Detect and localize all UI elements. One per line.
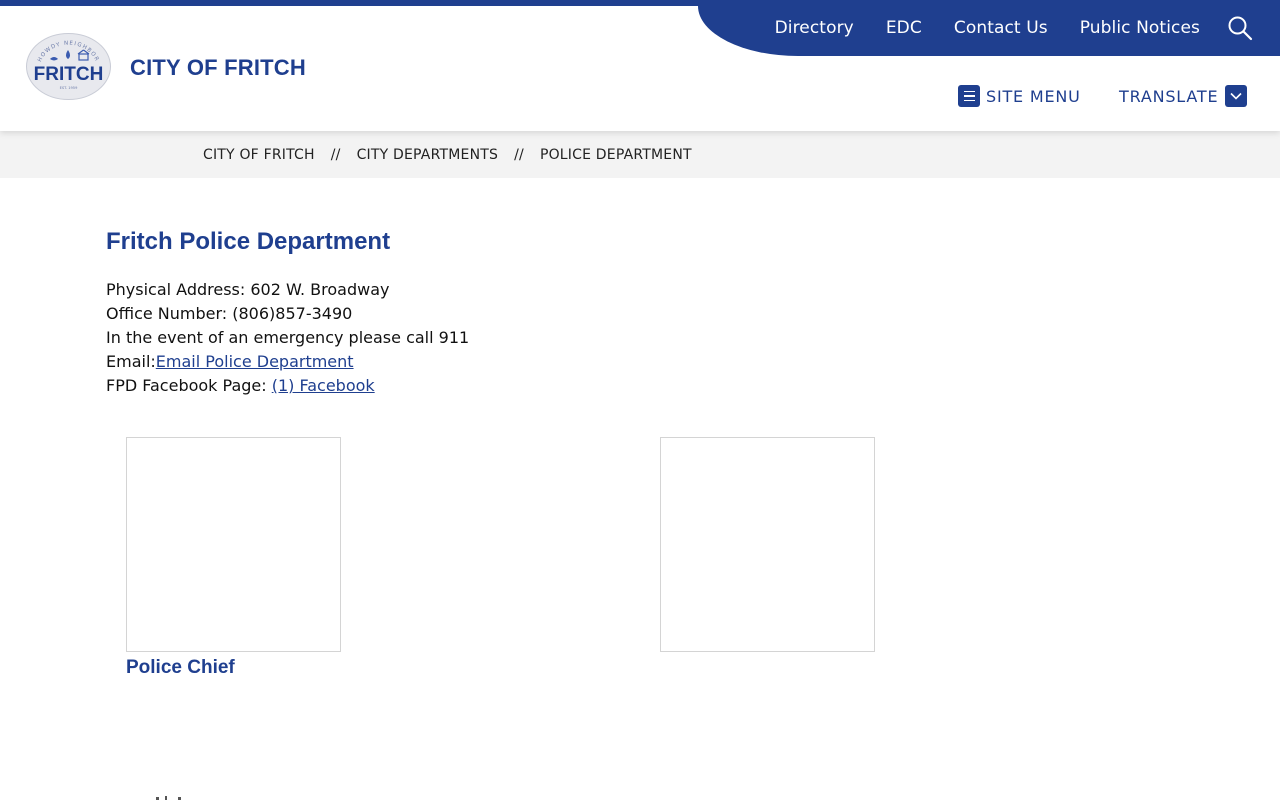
breadcrumb-separator: //: [514, 147, 524, 163]
partial-text-fragment: [156, 796, 181, 800]
breadcrumb-city-departments[interactable]: CITY DEPARTMENTS: [357, 147, 499, 163]
utility-link-contact-us[interactable]: Contact Us: [954, 18, 1048, 38]
translate-button[interactable]: TRANSLATE: [1119, 84, 1248, 108]
city-logo[interactable]: HOWDY NEIGHBOR FRITCH EST. 1959: [26, 33, 111, 100]
site-menu-button[interactable]: SITE MENU: [958, 84, 1081, 108]
breadcrumb-city-of-fritch[interactable]: CITY OF FRITCH: [203, 147, 315, 163]
utility-link-edc[interactable]: EDC: [886, 18, 922, 38]
email-police-link[interactable]: Email Police Department: [156, 352, 354, 371]
physical-address: Physical Address: 602 W. Broadway: [106, 280, 390, 299]
utility-link-directory[interactable]: Directory: [775, 18, 854, 38]
staff-photo-police-chief: [126, 437, 341, 652]
utility-nav: Directory EDC Contact Us Public Notices: [775, 0, 1280, 56]
hamburger-icon: [958, 85, 980, 107]
breadcrumb: CITY OF FRITCH // CITY DEPARTMENTS // PO…: [203, 147, 692, 163]
staff-photo: [660, 437, 875, 652]
department-info: Physical Address: 602 W. Broadway Office…: [106, 278, 469, 398]
chevron-down-icon: [1225, 85, 1248, 107]
site-header: Directory EDC Contact Us Public Notices …: [0, 0, 1280, 131]
page-title: Fritch Police Department: [106, 228, 391, 255]
utility-link-public-notices[interactable]: Public Notices: [1080, 18, 1200, 38]
emergency-notice: In the event of an emergency please call…: [106, 328, 470, 347]
breadcrumb-current-page: POLICE DEPARTMENT: [539, 147, 692, 163]
email-row: Email:Email Police Department: [106, 350, 469, 374]
translate-label: TRANSLATE: [1119, 86, 1219, 106]
office-number: Office Number: (806)857-3490: [106, 304, 353, 323]
facebook-row: FPD Facebook Page: (1) Facebook: [106, 374, 469, 398]
email-label: Email:: [106, 352, 156, 371]
site-title[interactable]: CITY OF FRITCH: [130, 55, 306, 81]
logo-name: FRITCH: [34, 64, 104, 85]
site-menu-label: SITE MENU: [986, 86, 1081, 106]
search-icon: [1228, 16, 1253, 41]
facebook-label: FPD Facebook Page:: [106, 376, 272, 395]
logo-est: EST. 1959: [60, 86, 78, 90]
staff-title-police-chief: Police Chief: [126, 657, 235, 678]
breadcrumb-separator: //: [330, 147, 341, 163]
facebook-link[interactable]: (1) Facebook: [272, 376, 375, 395]
search-button[interactable]: [1226, 14, 1254, 42]
